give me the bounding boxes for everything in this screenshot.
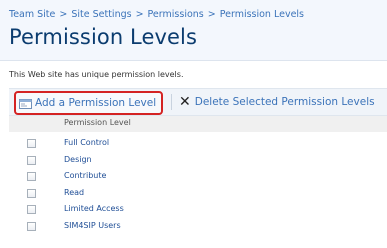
breadcrumb: Team Site > Site Settings > Permissions > Perm…: [9, 9, 304, 20]
breadcrumb-permission-levels: Permission Levels: [219, 9, 305, 20]
table-row: SIM4SIP Users: [9, 219, 387, 236]
breadcrumb-separator: >: [59, 9, 68, 20]
new-item-icon: [19, 98, 32, 109]
permission-level-link[interactable]: Read: [64, 188, 84, 197]
page-title: Permission Levels: [9, 25, 198, 49]
breadcrumb-team-site[interactable]: Team Site: [9, 9, 55, 20]
table-row: Full Control: [9, 136, 387, 153]
table-row: Design: [9, 153, 387, 170]
breadcrumb-site-settings[interactable]: Site Settings: [71, 9, 131, 20]
title-area: Team Site > Site Settings > Permissions > Perm…: [0, 0, 387, 61]
table-row: Contribute: [9, 169, 387, 186]
permission-level-link[interactable]: Full Control: [64, 138, 109, 147]
toolbar: Add a Permission Level ✕ Delete Selected…: [9, 88, 387, 116]
permission-level-link[interactable]: Limited Access: [64, 204, 124, 213]
breadcrumb-permissions[interactable]: Permissions: [148, 9, 204, 20]
table-row: Limited Access: [9, 202, 387, 219]
row-checkbox[interactable]: [27, 155, 36, 165]
add-permission-level-label: Add a Permission Level: [35, 97, 157, 109]
delete-x-icon: ✕: [179, 94, 191, 110]
add-permission-level-button[interactable]: Add a Permission Level: [14, 91, 164, 115]
permission-level-link[interactable]: SIM4SIP Users: [64, 221, 121, 230]
toolbar-divider: [171, 94, 172, 110]
permission-level-link[interactable]: Contribute: [64, 171, 106, 180]
row-checkbox[interactable]: [27, 205, 36, 214]
page-description: This Web site has unique permission leve…: [9, 70, 184, 79]
delete-selected-button[interactable]: ✕ Delete Selected Permission Levels: [179, 89, 375, 115]
delete-selected-label: Delete Selected Permission Levels: [194, 96, 375, 108]
permission-level-link[interactable]: Design: [64, 155, 92, 164]
row-checkbox[interactable]: [27, 188, 36, 198]
column-header-permission-level[interactable]: Permission Level: [64, 118, 131, 127]
breadcrumb-separator: >: [207, 9, 216, 20]
row-checkbox[interactable]: [27, 139, 36, 148]
row-checkbox[interactable]: [27, 221, 36, 231]
column-header: Permission Level: [9, 116, 387, 132]
table-row: Read: [9, 186, 387, 203]
permission-level-list: Full Control Design Contribute Read Limi…: [9, 136, 387, 235]
row-checkbox[interactable]: [27, 172, 36, 181]
breadcrumb-separator: >: [135, 9, 144, 20]
